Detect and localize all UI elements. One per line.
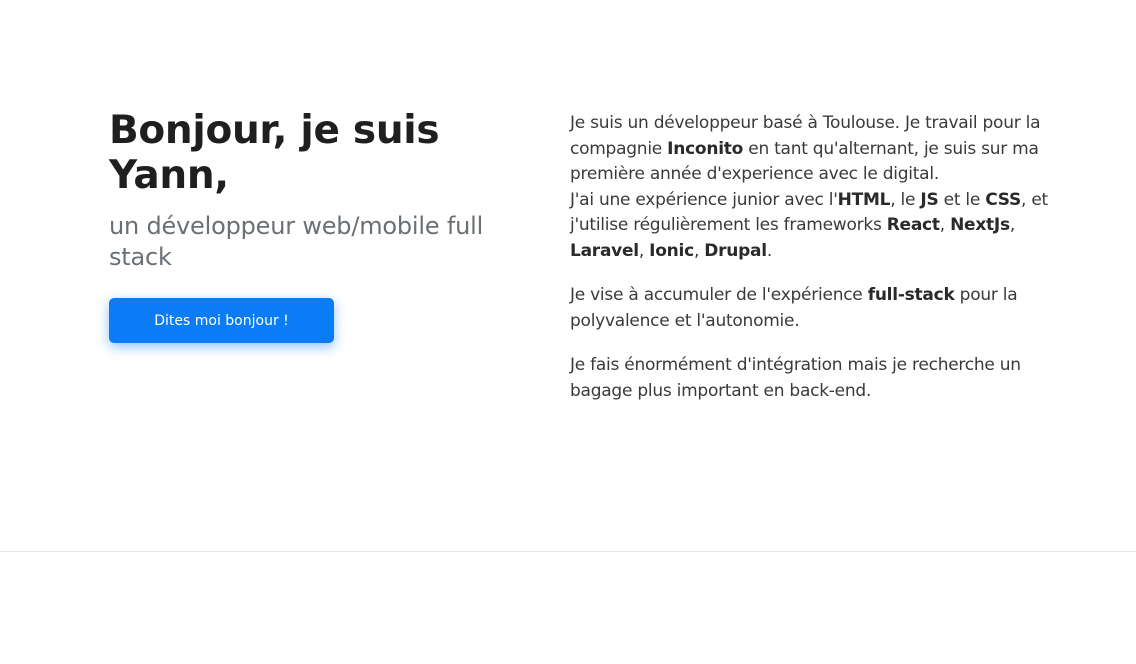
say-hello-button[interactable]: Dites moi bonjour ! [109,298,334,343]
section-divider [0,551,1136,552]
about-paragraph-1: Je suis un développeur basé à Toulouse. … [570,111,1060,264]
separator: , [693,240,705,261]
about-text: Je vise à accumuler de l'expérience [570,285,868,305]
separator: , [1009,215,1016,235]
about-text: Je fais énormément d'intégration mais je… [570,355,1021,401]
skill-js: JS [920,189,939,210]
skill-html: HTML [837,189,891,210]
about-text: . [766,240,772,261]
about-text: et le [938,189,986,210]
framework-laravel: Laravel [570,240,639,261]
skill-css: CSS [985,189,1022,210]
page-title: Bonjour, je suis Yann, [109,108,440,198]
about-paragraph-2: Je vise à accumuler de l'expérience full… [570,283,1060,334]
framework-ionic: Ionic [649,240,694,261]
framework-react: React [886,215,940,235]
framework-nextjs: NextJs [950,215,1010,235]
page-subtitle: un développeur web/mobile full stack [109,212,484,271]
about-paragraph-3: Je fais énormément d'intégration mais je… [570,353,1060,404]
intro-column: Bonjour, je suis Yann, un développeur we… [109,108,509,343]
separator: , [939,215,951,235]
about-column: Je suis un développeur basé à Toulouse. … [570,111,1060,423]
company-name: Inconito [667,138,744,159]
separator: , [638,240,650,261]
about-text: J'ai une expérience junior avec l' [570,189,838,210]
hero-section: Bonjour, je suis Yann, un développeur we… [0,0,1136,551]
highlight-full-stack: full-stack [867,285,955,305]
about-text: , le [890,189,921,210]
framework-drupal: Drupal [704,240,767,261]
